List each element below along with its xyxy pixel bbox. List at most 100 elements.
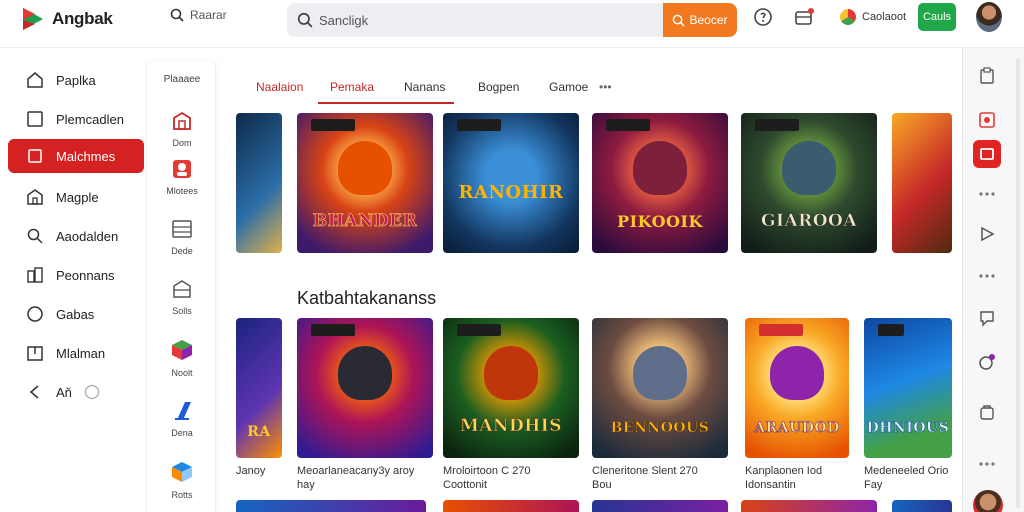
game-card[interactable]: MANDHIS xyxy=(443,318,579,458)
bag-icon[interactable] xyxy=(973,398,1001,426)
clipboard-icon[interactable] xyxy=(973,62,1001,90)
game-card-title: BENNOOUS xyxy=(610,420,710,437)
game-card[interactable]: ARAUDOD xyxy=(745,318,849,458)
search-icon xyxy=(297,12,313,28)
game-card[interactable] xyxy=(892,500,952,512)
country-selector[interactable]: Caolaoot xyxy=(838,3,918,31)
play-icon[interactable] xyxy=(973,220,1001,248)
more-icon[interactable] xyxy=(973,450,1001,478)
sidebar-item-5[interactable]: Peonnans xyxy=(8,258,144,292)
sidebar-item-4[interactable]: Aaodalden xyxy=(8,219,144,253)
game-card-title: PIKOOIK xyxy=(617,212,703,231)
game-card[interactable]: GIAROOA xyxy=(741,113,877,253)
avatar[interactable] xyxy=(973,490,1003,512)
game-card[interactable]: RA xyxy=(236,318,282,458)
game-card[interactable] xyxy=(741,500,877,512)
rail-item-0[interactable]: Dom xyxy=(147,110,217,148)
sidebar-item-label: Mlalman xyxy=(56,345,106,361)
tab-0[interactable]: Naalaion xyxy=(256,72,330,102)
game-caption-title: Kanplaonen Iod xyxy=(745,465,823,477)
tab-2[interactable]: Nanans xyxy=(404,72,478,102)
scrollbar[interactable] xyxy=(1016,58,1020,508)
game-caption-title: Cleneritone Slent 270 xyxy=(592,465,698,477)
game-card[interactable]: RANOHIR xyxy=(443,113,579,253)
rail-item-5[interactable]: Dena xyxy=(147,400,217,438)
quick-search-label: Raarar xyxy=(190,8,227,22)
game-caption-title: Janoy xyxy=(236,465,266,477)
rail-item-3[interactable]: Solls xyxy=(147,278,217,316)
game-card[interactable]: BENNOOUS xyxy=(592,318,728,458)
game-card[interactable]: PIKOOIK xyxy=(592,113,728,253)
avatar[interactable] xyxy=(976,2,1002,32)
game-card-title: ARAUDOD xyxy=(754,420,840,437)
store-icon xyxy=(173,280,191,298)
game-caption: Janoy xyxy=(236,464,265,478)
share-icon[interactable] xyxy=(973,348,1001,376)
sidebar-footer[interactable]: Aň xyxy=(8,375,144,409)
target-icon[interactable] xyxy=(973,106,1001,134)
character-art xyxy=(633,346,687,400)
character-art xyxy=(484,346,538,400)
app-logo[interactable]: Angbak xyxy=(20,6,113,32)
sidebar-item-1[interactable]: Plemcadlen xyxy=(8,102,144,136)
tab-1[interactable]: Pemaka xyxy=(330,72,404,102)
notifications-icon[interactable] xyxy=(794,7,814,27)
search-icon xyxy=(170,8,184,22)
game-card[interactable] xyxy=(297,318,433,458)
tabs-more-button[interactable]: ••• xyxy=(599,72,612,102)
game-card[interactable] xyxy=(892,113,952,253)
game-caption-sub: hay xyxy=(297,479,315,491)
help-icon[interactable] xyxy=(753,7,773,27)
flag-icon xyxy=(840,9,856,25)
cube-icon xyxy=(172,340,192,360)
app-name: Angbak xyxy=(52,9,113,28)
search-bar: Beocer xyxy=(287,3,737,37)
action-button[interactable]: Cauls xyxy=(918,3,956,31)
game-caption: Kanplaonen Iod Idonsantin xyxy=(745,464,855,492)
tab-bar: Naalaion Pemaka Nanans Bogpen Gamoe ••• xyxy=(256,72,612,102)
search-icon xyxy=(27,228,43,244)
home-icon xyxy=(27,72,43,88)
window-icon[interactable] xyxy=(973,140,1001,168)
game-card[interactable] xyxy=(443,500,579,512)
game-card[interactable] xyxy=(592,500,728,512)
sidebar-item-home[interactable]: Paplka xyxy=(8,63,144,97)
rail-item-1[interactable]: Mlotees xyxy=(147,158,217,196)
sidebar-item-7[interactable]: Mlalman xyxy=(8,336,144,370)
game-caption-title: Mroloirtoon C 270 xyxy=(443,465,531,477)
game-card[interactable] xyxy=(236,500,426,512)
badge-icon xyxy=(878,324,904,336)
rail-item-6[interactable]: Rotts xyxy=(147,460,217,500)
character-icon xyxy=(173,160,191,178)
game-card[interactable] xyxy=(236,113,282,253)
rail-item-label: Solls xyxy=(172,306,192,316)
game-card[interactable]: BHANDER xyxy=(297,113,433,253)
game-caption: Mroloirtoon C 270 Coottonit xyxy=(443,464,583,492)
quick-search[interactable]: Raarar xyxy=(170,8,227,22)
sidebar-item-active[interactable]: Malchmes xyxy=(8,139,144,173)
sidebar-item-6[interactable]: Gabas xyxy=(8,297,144,331)
app-window: Angbak Raarar Beocer Caolaoot Cauls xyxy=(0,0,1024,512)
game-card[interactable]: DHNIOUS xyxy=(864,318,952,458)
more-icon[interactable] xyxy=(973,262,1001,290)
chevron-left-icon xyxy=(29,385,39,399)
sidebar-item-label: Magple xyxy=(56,189,99,205)
rail-item-2[interactable]: Dede xyxy=(147,218,217,256)
tab-3[interactable]: Bogpen xyxy=(478,72,549,102)
sidebar-item-label: Aaodalden xyxy=(56,228,119,244)
package-icon xyxy=(172,462,192,482)
active-tab-indicator xyxy=(318,102,454,104)
search-input[interactable] xyxy=(319,5,649,35)
badge-icon xyxy=(755,119,799,131)
table-icon xyxy=(172,220,192,238)
search-button[interactable]: Beocer xyxy=(663,3,737,37)
category-rail: Plaaaee Dom Mlotees Dede Solls Noolt Den… xyxy=(146,62,216,512)
sidebar-item-3[interactable]: Magple xyxy=(8,180,144,214)
info-icon xyxy=(84,384,100,400)
tab-4[interactable]: Gamoe xyxy=(549,72,599,102)
chat-icon[interactable] xyxy=(973,304,1001,332)
rail-item-label: Noolt xyxy=(171,368,193,378)
more-icon[interactable] xyxy=(973,180,1001,208)
rail-item-4[interactable]: Noolt xyxy=(147,338,217,378)
badge-icon xyxy=(759,324,803,336)
